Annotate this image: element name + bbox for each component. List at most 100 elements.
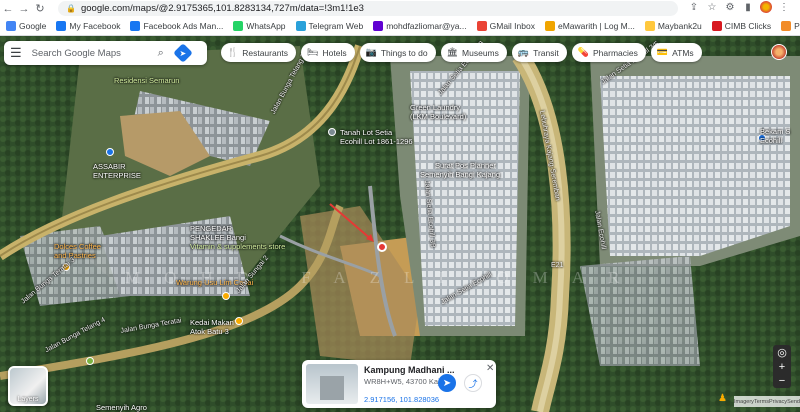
- zoom-out-button[interactable]: −: [779, 375, 785, 387]
- layers-button[interactable]: Layers: [8, 366, 48, 406]
- selected-place-pin[interactable]: [377, 242, 387, 252]
- chip-pharmacies[interactable]: 💊 Pharmacies: [571, 43, 646, 62]
- place-label[interactable]: Kedai Makan: [190, 318, 234, 327]
- bookmark-label: CIMB Clicks: [724, 21, 772, 31]
- bed-icon: 🛏: [307, 47, 319, 57]
- bookmark-label: GMail Inbox: [489, 21, 535, 31]
- place-label[interactable]: Vitamin & supplements store: [190, 242, 285, 251]
- chip-label: Museums: [462, 47, 499, 58]
- place-label[interactable]: Semenyih Agro: [96, 403, 147, 412]
- bookmark-favicon-icon: [295, 21, 306, 31]
- bookmark-favicon-icon: [233, 21, 244, 31]
- footer-link[interactable]: Privacy: [769, 399, 787, 405]
- profile-avatar[interactable]: [760, 1, 772, 13]
- fork-knife-icon: 🍴: [227, 47, 239, 57]
- place-label[interactable]: Surat Pos Planner: [435, 161, 496, 170]
- back-icon[interactable]: ←: [0, 0, 16, 17]
- my-location-icon[interactable]: ◎: [777, 346, 787, 359]
- directions-button[interactable]: ➤: [438, 374, 456, 392]
- url-bar[interactable]: 🔒 google.com/maps/@2.9175365,101.8283134…: [58, 1, 678, 16]
- place-label[interactable]: Atok Batu 3: [190, 327, 229, 336]
- place-label[interactable]: Ecohill Lot 1861-1296: [340, 137, 413, 146]
- bookmark-star-icon[interactable]: ☆: [706, 2, 718, 13]
- browser-chrome: ← → ↻ 🔒 google.com/maps/@2.9175365,101.8…: [0, 0, 800, 36]
- layers-label: Layers: [17, 396, 39, 403]
- bookmark-favicon-icon: [544, 21, 555, 31]
- place-label[interactable]: Dolces Coffee: [54, 242, 101, 251]
- bookmark-item[interactable]: Telegram Web: [295, 21, 363, 31]
- shop-pin-icon[interactable]: [106, 148, 114, 156]
- place-photo[interactable]: [306, 364, 358, 404]
- account-avatar[interactable]: [771, 44, 787, 60]
- forward-icon[interactable]: →: [16, 0, 32, 17]
- restaurant-pin-icon[interactable]: [235, 317, 243, 325]
- place-coordinates[interactable]: 2.917156, 101.828036: [364, 395, 439, 404]
- share-icon[interactable]: ⇪: [688, 2, 700, 13]
- bookmark-label: Google: [19, 21, 47, 31]
- url-text: google.com/maps/@2.9175365,101.8283134,7…: [80, 3, 364, 14]
- bookmark-item[interactable]: Proniaga Dashboar...: [781, 21, 800, 31]
- search-box[interactable]: ☰ ⌕ ➤: [4, 41, 207, 65]
- search-icon[interactable]: ⌕: [158, 47, 164, 60]
- bookmark-item[interactable]: My Facebook: [56, 21, 120, 31]
- watermark-text: MOHD FAZLI OMAR: [125, 268, 644, 287]
- place-label[interactable]: (LKM Boulevard): [410, 112, 466, 121]
- place-pin-icon[interactable]: [328, 128, 336, 136]
- bookmark-item[interactable]: mohdfazliomar@ya...: [373, 21, 467, 31]
- bookmark-item[interactable]: Google: [6, 21, 46, 31]
- pill-icon: 💊: [577, 47, 589, 57]
- chip-label: Things to do: [380, 47, 428, 58]
- directions-icon[interactable]: ➤: [172, 43, 193, 63]
- extension-icon[interactable]: ⚙: [724, 2, 736, 13]
- chip-transit[interactable]: 🚌 Transit: [511, 43, 567, 62]
- place-label[interactable]: PENGEDAR: [190, 224, 232, 233]
- place-label[interactable]: ENTERPRISE: [93, 171, 141, 180]
- place-label[interactable]: Tanah Lot Setia: [340, 128, 392, 137]
- bookmark-item[interactable]: CIMB Clicks: [711, 21, 772, 31]
- chip-label: Restaurants: [242, 47, 289, 58]
- bookmark-favicon-icon: [476, 21, 487, 31]
- place-label[interactable]: Semenyih Bangi Kajang: [420, 170, 500, 179]
- chip-restaurants[interactable]: 🍴 Restaurants: [221, 43, 297, 62]
- sidebar-icon[interactable]: ▮: [742, 2, 754, 13]
- footer-link[interactable]: Terms: [754, 399, 769, 405]
- museum-icon: 🏛: [446, 47, 459, 57]
- share-button[interactable]: ⤴: [464, 374, 482, 392]
- menu-hamburger-icon[interactable]: ☰: [10, 45, 22, 61]
- place-label[interactable]: Ecohill: [760, 136, 782, 145]
- address-row: ← → ↻ 🔒 google.com/maps/@2.9175365,101.8…: [0, 0, 800, 17]
- chip-label: ATMs: [672, 47, 694, 58]
- close-icon[interactable]: ✕: [486, 363, 494, 374]
- chip-hotels[interactable]: 🛏 Hotels: [301, 43, 355, 62]
- bookmark-item[interactable]: GMail Inbox: [476, 21, 535, 31]
- bookmark-favicon-icon: [644, 21, 655, 31]
- reload-icon[interactable]: ↻: [32, 0, 48, 17]
- bookmark-item[interactable]: WhatsApp: [233, 21, 286, 31]
- place-label[interactable]: ASSABIR: [93, 162, 126, 171]
- bookmark-item[interactable]: Maybank2u: [644, 21, 702, 31]
- chip-museums[interactable]: 🏛 Museums: [440, 43, 507, 62]
- chip-label: Hotels: [322, 47, 347, 58]
- bookmark-label: Proniaga Dashboar...: [794, 21, 800, 31]
- place-label[interactable]: Residensi Semarun: [114, 76, 179, 85]
- menu-icon[interactable]: ⋮: [778, 2, 790, 13]
- zoom-in-button[interactable]: +: [779, 361, 785, 373]
- bookmark-favicon-icon: [711, 21, 722, 31]
- chip-label: Transit: [533, 47, 559, 58]
- bookmark-item[interactable]: Facebook Ads Man...: [130, 21, 223, 31]
- place-label[interactable]: Bekam S: [760, 127, 790, 136]
- satellite-map[interactable]: Residensi Semarun Tanah Lot Setia Ecohill …: [0, 36, 800, 412]
- place-label[interactable]: SHAKLEE Bangi: [190, 233, 246, 242]
- footer-link[interactable]: Send: [787, 399, 800, 405]
- chip-things-to-do[interactable]: 📷 Things to do: [359, 43, 436, 62]
- bookmark-item[interactable]: eMawarith | Log M...: [544, 21, 635, 31]
- place-label[interactable]: Green Laundry: [410, 103, 460, 112]
- pegman-icon[interactable]: ♟: [718, 393, 727, 404]
- footer-link[interactable]: Imagery: [734, 399, 754, 405]
- park-pin-icon[interactable]: [86, 357, 94, 365]
- restaurant-pin-icon[interactable]: [222, 292, 230, 300]
- search-input[interactable]: [31, 47, 152, 59]
- map-footer: Imagery Terms Privacy Send: [734, 396, 800, 407]
- place-title[interactable]: Kampung Madhani ...: [364, 365, 455, 375]
- chip-atms[interactable]: 💳 ATMs: [650, 43, 702, 62]
